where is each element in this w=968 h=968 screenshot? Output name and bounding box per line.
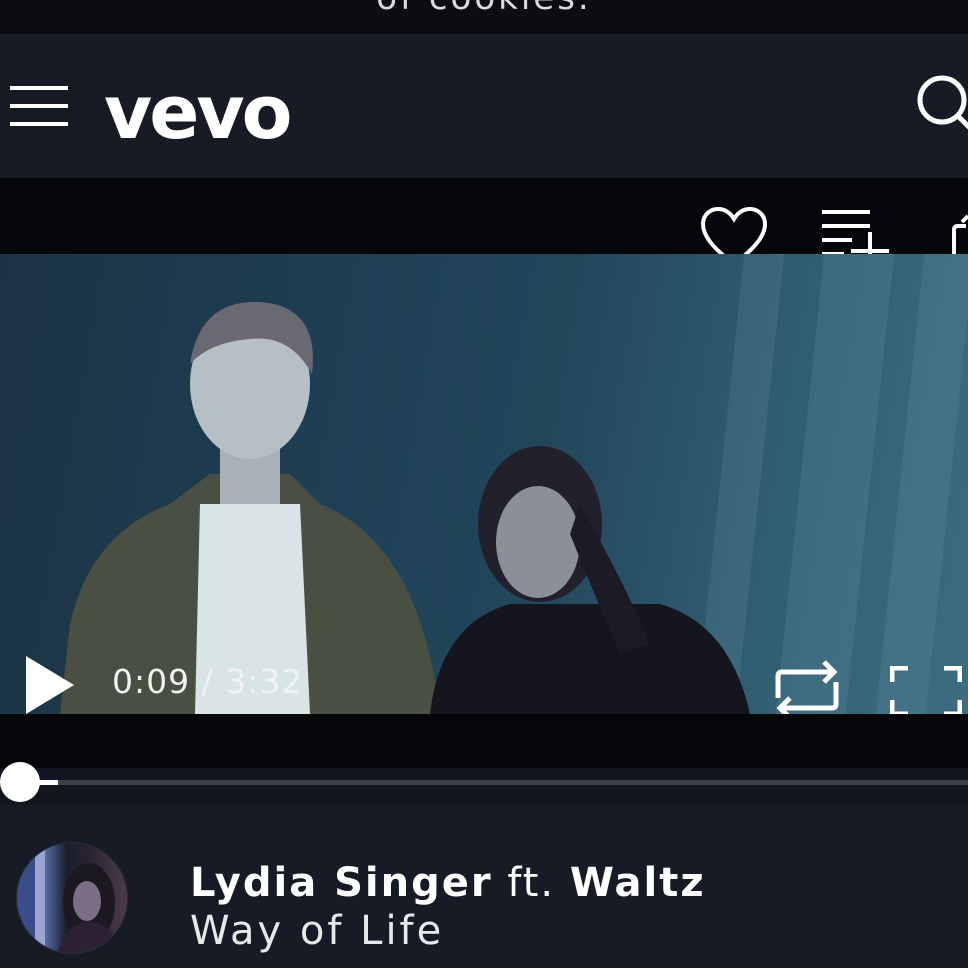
artist-line[interactable]: Lydia Singer ft. Waltz <box>190 860 706 906</box>
repeat-icon[interactable] <box>772 658 842 722</box>
search-icon[interactable] <box>914 72 968 132</box>
curtain-fold <box>875 254 968 714</box>
video-frame[interactable] <box>0 254 968 714</box>
cookie-banner-text: of cookies. <box>0 0 968 18</box>
progress-bar[interactable] <box>18 780 968 785</box>
featuring-label: ft. <box>507 860 556 906</box>
progress-knob[interactable] <box>0 762 40 802</box>
time-separator: / <box>190 662 226 701</box>
app-header: vevo <box>0 34 968 178</box>
curtain-fold <box>775 254 895 714</box>
artist-name[interactable]: Lydia Singer <box>190 860 493 906</box>
play-icon[interactable] <box>24 654 76 716</box>
cookie-banner: of cookies. <box>0 0 968 34</box>
duration: 3:32 <box>225 662 304 701</box>
artist-avatar[interactable] <box>16 842 128 954</box>
current-time: 0:09 <box>112 662 191 701</box>
player-bottom-bar <box>0 714 968 768</box>
featured-artist-name[interactable]: Waltz <box>570 860 706 906</box>
player-action-bar <box>0 178 968 270</box>
song-title: Way of Life <box>190 908 445 954</box>
video-person-right <box>430 446 750 714</box>
fullscreen-icon[interactable] <box>890 666 962 716</box>
hamburger-menu-icon[interactable] <box>10 84 68 128</box>
avatar-image <box>17 843 121 953</box>
video-person-left <box>60 301 440 714</box>
vevo-logo[interactable]: vevo <box>104 70 293 156</box>
playback-time: 0:09 / 3:32 <box>112 662 303 701</box>
